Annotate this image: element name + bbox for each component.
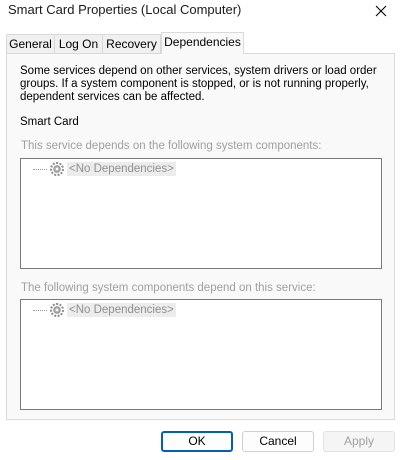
- depends-on-label: This service depends on the following sy…: [21, 140, 322, 152]
- dependencies-description: Some services depend on other services, …: [20, 65, 377, 103]
- tab-dependencies[interactable]: Dependencies: [161, 32, 244, 54]
- title-bar: Smart Card Properties (Local Computer): [0, 0, 401, 22]
- tree-item-label: <No Dependencies>: [67, 162, 176, 176]
- tree-item[interactable]: <No Dependencies>: [33, 161, 176, 177]
- gear-icon: [50, 162, 64, 176]
- apply-button[interactable]: Apply: [323, 431, 395, 452]
- service-name: Smart Card: [20, 116, 79, 128]
- gear-icon: [50, 303, 64, 317]
- ok-button[interactable]: OK: [161, 431, 233, 452]
- close-button[interactable]: [361, 0, 401, 22]
- close-icon: [375, 5, 387, 17]
- tab-general[interactable]: General: [6, 34, 55, 53]
- dependents-label: The following system components depend o…: [21, 282, 316, 294]
- cancel-button[interactable]: Cancel: [242, 431, 314, 452]
- tab-strip: General Log On Recovery Dependencies: [6, 32, 395, 54]
- tree-item[interactable]: <No Dependencies>: [33, 302, 176, 318]
- tab-recovery[interactable]: Recovery: [102, 34, 161, 53]
- depends-on-tree[interactable]: <No Dependencies>: [20, 158, 382, 269]
- tree-connector: [33, 309, 47, 311]
- tree-item-label: <No Dependencies>: [67, 303, 176, 317]
- tab-log-on[interactable]: Log On: [54, 34, 103, 53]
- dependencies-panel: Some services depend on other services, …: [6, 53, 395, 420]
- dependents-tree[interactable]: <No Dependencies>: [20, 299, 382, 410]
- window-title: Smart Card Properties (Local Computer): [8, 2, 242, 17]
- tree-connector: [33, 168, 47, 170]
